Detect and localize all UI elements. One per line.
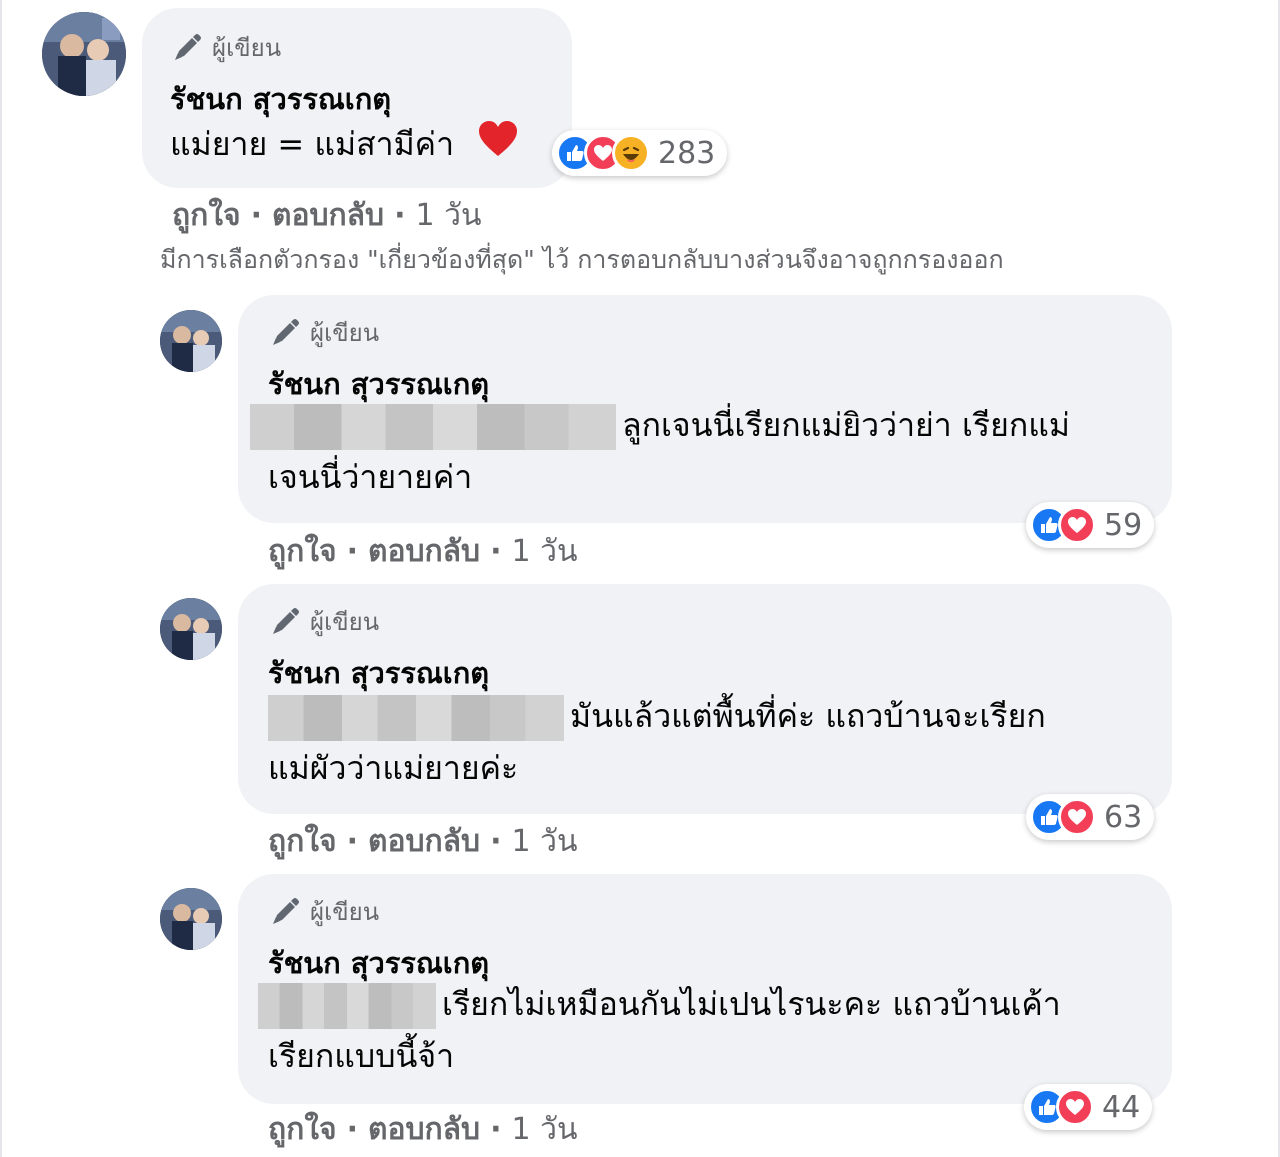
author-badge-label: ผู้เขียน xyxy=(310,319,380,347)
comment-text-line: เรียกไม่เหมือนกันไม่เปนไรนะคะ แถวบ้านเค้… xyxy=(442,985,1061,1023)
reply-link[interactable]: ตอบกลับ xyxy=(368,1106,480,1153)
separator-dot: · xyxy=(490,824,502,859)
timestamp[interactable]: 1 วัน xyxy=(512,818,578,865)
author-badge: ผู้เขียน xyxy=(268,313,379,352)
author-badge-label: ผู้เขียน xyxy=(310,608,380,636)
comment-text-line: แม่ผัวว่าแม่ยายค่ะ xyxy=(268,749,519,787)
mention-blurred xyxy=(250,404,616,450)
reaction-summary[interactable]: 283 xyxy=(552,130,728,176)
filter-note: มีการเลือกตัวกรอง "เกี่ยวข้องที่สุด" ไว้… xyxy=(160,245,1004,274)
comment-author-name[interactable]: รัชนก สุวรรณเกตุ xyxy=(170,76,391,122)
reaction-count: 63 xyxy=(1104,799,1143,835)
comment-bubble: ผู้เขียน รัชนก สุวรรณเกตุ เรียกไม่เหมือน… xyxy=(238,874,1172,1104)
love-reaction-icon xyxy=(1058,506,1096,544)
pencil-icon xyxy=(175,33,201,60)
comment-actions: ถูกใจ · ตอบกลับ · 1 วัน xyxy=(268,1106,578,1153)
separator-dot: · xyxy=(490,1112,502,1147)
comment-bubble: ผู้เขียน รัชนก สุวรรณเกตุ ลูกเจนนี่เรียก… xyxy=(238,295,1172,523)
comment-text: ลูกเจนนี่เรียกแม่ยิวว่าย่า เรียกแม่ เจนน… xyxy=(250,399,1150,503)
timestamp[interactable]: 1 วัน xyxy=(416,192,482,239)
reply-link[interactable]: ตอบกลับ xyxy=(368,818,480,865)
comment-text-content: แม่ยาย = แม่สามีค่า xyxy=(170,125,455,163)
reply-link[interactable]: ตอบกลับ xyxy=(368,528,480,575)
love-reaction-icon xyxy=(1058,798,1096,836)
mention-blurred xyxy=(268,695,564,741)
separator-dot: · xyxy=(346,534,358,569)
comment-actions: ถูกใจ · ตอบกลับ · 1 วัน xyxy=(268,818,578,865)
comment-actions: ถูกใจ · ตอบกลับ · 1 วัน xyxy=(268,528,578,575)
author-badge: ผู้เขียน xyxy=(268,892,379,931)
avatar[interactable] xyxy=(160,888,222,950)
comment-text: แม่ยาย = แม่สามีค่า xyxy=(170,118,518,173)
separator-dot: · xyxy=(346,824,358,859)
comment-text-line: เจนนี่ว่ายายค่า xyxy=(268,458,473,496)
reply-link[interactable]: ตอบกลับ xyxy=(272,192,384,239)
reaction-summary[interactable]: 44 xyxy=(1024,1084,1153,1130)
avatar[interactable] xyxy=(42,12,126,96)
comment-actions: ถูกใจ · ตอบกลับ · 1 วัน xyxy=(172,192,482,239)
like-link[interactable]: ถูกใจ xyxy=(268,1106,337,1153)
comment-bubble: ผู้เขียน รัชนก สุวรรณเกตุ มันแล้วแต่พื้น… xyxy=(238,584,1172,814)
haha-reaction-icon xyxy=(612,134,650,172)
mention-blurred xyxy=(258,983,436,1029)
timestamp[interactable]: 1 วัน xyxy=(512,528,578,575)
pencil-icon xyxy=(273,318,299,345)
author-badge: ผู้เขียน xyxy=(268,602,379,641)
avatar[interactable] xyxy=(160,598,222,660)
comment-text-line: มันแล้วแต่พื้นที่ค่ะ แถวบ้านจะเรียก xyxy=(570,697,1046,735)
separator-dot: · xyxy=(490,534,502,569)
reaction-count: 59 xyxy=(1104,507,1143,543)
pencil-icon xyxy=(273,607,299,634)
separator-dot: · xyxy=(346,1112,358,1147)
comment-bubble: ผู้เขียน รัชนก สุวรรณเกตุ แม่ยาย = แม่สา… xyxy=(142,8,572,188)
like-link[interactable]: ถูกใจ xyxy=(268,528,337,575)
reaction-summary[interactable]: 63 xyxy=(1026,794,1155,840)
comment-text-line: เรียกแบบนี้จ้า xyxy=(268,1037,455,1075)
comment-text: มันแล้วแต่พื้นที่ค่ะ แถวบ้านจะเรียก แม่ผ… xyxy=(268,690,1158,794)
comment-text: เรียกไม่เหมือนกันไม่เปนไรนะคะ แถวบ้านเค้… xyxy=(258,978,1158,1082)
author-badge-label: ผู้เขียน xyxy=(310,898,380,926)
pencil-icon xyxy=(273,897,299,924)
like-link[interactable]: ถูกใจ xyxy=(172,192,241,239)
love-reaction-icon xyxy=(1056,1088,1094,1126)
red-heart-emoji xyxy=(478,120,518,173)
separator-dot: · xyxy=(394,198,406,233)
reaction-count: 283 xyxy=(658,135,716,171)
comment-text-line: ลูกเจนนี่เรียกแม่ยิวว่าย่า เรียกแม่ xyxy=(622,406,1070,444)
thread-left-border xyxy=(0,0,2,1157)
author-badge-label: ผู้เขียน xyxy=(212,34,282,62)
timestamp[interactable]: 1 วัน xyxy=(512,1106,578,1153)
reaction-count: 44 xyxy=(1102,1089,1141,1125)
reaction-summary[interactable]: 59 xyxy=(1026,502,1155,548)
avatar[interactable] xyxy=(160,310,222,372)
like-link[interactable]: ถูกใจ xyxy=(268,818,337,865)
separator-dot: · xyxy=(250,198,262,233)
author-badge: ผู้เขียน xyxy=(170,28,281,67)
